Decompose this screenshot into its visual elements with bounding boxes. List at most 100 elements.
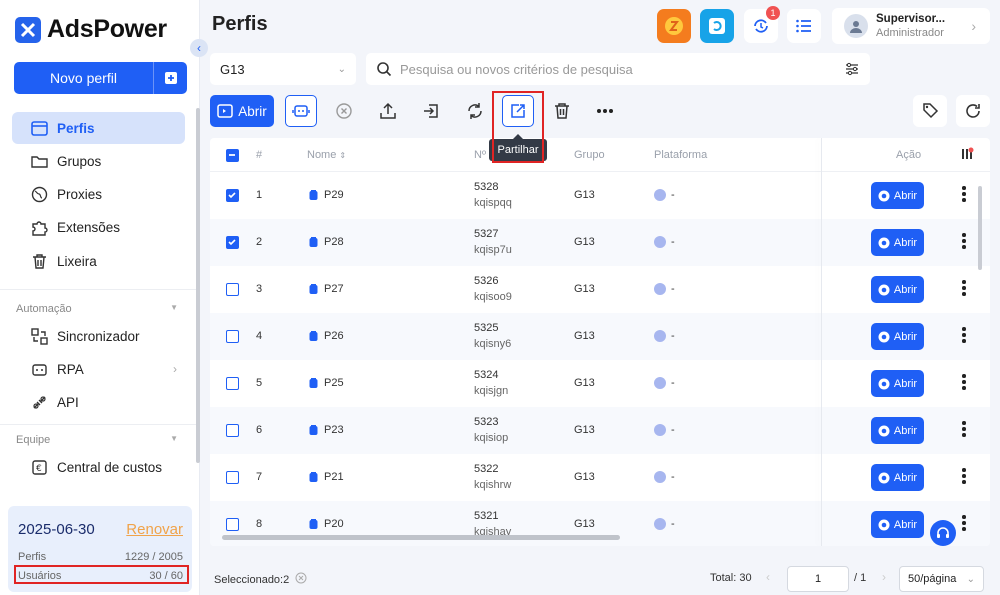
renew-link[interactable]: Renovar xyxy=(126,521,183,538)
sidebar-item-sincronizador[interactable]: Sincronizador xyxy=(12,320,185,352)
open-profile-button[interactable]: Abrir xyxy=(871,323,924,350)
profile-name[interactable]: P27 xyxy=(324,283,344,295)
table-row[interactable]: 2 P28 5327 kqisp7u G13 - Abrir xyxy=(210,219,990,266)
next-page-button[interactable]: › xyxy=(882,570,886,584)
sidebar-item-rpa[interactable]: RPA › xyxy=(12,353,185,385)
sidebar-item-central-de-custos[interactable]: € Central de custos xyxy=(12,451,185,483)
export-button[interactable] xyxy=(372,95,404,127)
section-team[interactable]: Equipe ▼ xyxy=(16,434,178,446)
row-checkbox[interactable] xyxy=(226,377,239,390)
profile-name[interactable]: P21 xyxy=(324,471,344,483)
select-all-checkbox[interactable] xyxy=(226,149,239,162)
prev-page-button[interactable]: ‹ xyxy=(766,570,770,584)
open-selected-button[interactable]: Abrir xyxy=(210,95,274,127)
adspower-logo-icon xyxy=(15,16,41,43)
table-row[interactable]: 7 P21 5322 kqishrw G13 - Abrir xyxy=(210,454,990,501)
support-button[interactable] xyxy=(930,520,956,546)
sidebar-item-lixeira[interactable]: Lixeira xyxy=(12,245,185,277)
row-more-icon[interactable] xyxy=(960,468,968,484)
table-row[interactable]: 5 P25 5324 kqisjgn G13 - Abrir xyxy=(210,360,990,407)
row-checkbox[interactable] xyxy=(226,424,239,437)
group-select[interactable]: G13 ⌄ xyxy=(210,53,356,85)
column-settings-icon[interactable] xyxy=(960,147,974,164)
sidebar-item-grupos[interactable]: Grupos xyxy=(12,145,185,177)
sidebar-scrollbar[interactable] xyxy=(196,108,200,463)
table-row[interactable]: 4 P26 5325 kqisny6 G13 - Abrir xyxy=(210,313,990,360)
search-bar[interactable]: Pesquisa ou novos critérios de pesquisa xyxy=(366,53,870,85)
sidebar-item-api[interactable]: API xyxy=(12,386,185,418)
tag-button[interactable] xyxy=(913,95,947,127)
table-row[interactable]: 3 P27 5326 kqisoo9 G13 - Abrir xyxy=(210,266,990,313)
row-more-icon[interactable] xyxy=(960,327,968,343)
more-actions-button[interactable] xyxy=(589,95,621,127)
reload-button[interactable] xyxy=(956,95,990,127)
chevron-right-icon: › xyxy=(971,18,976,34)
list-menu-icon[interactable] xyxy=(787,9,821,43)
open-profile-button[interactable]: Abrir xyxy=(871,276,924,303)
platform-icon xyxy=(654,471,666,483)
profile-name[interactable]: P28 xyxy=(324,236,344,248)
delete-button[interactable] xyxy=(546,95,578,127)
row-more-icon[interactable] xyxy=(960,421,968,437)
per-page-select[interactable]: 50/página ⌄ xyxy=(899,566,984,592)
download-app-icon[interactable] xyxy=(700,9,734,43)
platform-icon xyxy=(654,330,666,342)
profile-number: 5321 xyxy=(474,510,499,522)
collapse-sidebar-button[interactable]: ‹ xyxy=(190,39,208,57)
group-select-value: G13 xyxy=(220,61,245,77)
row-checkbox[interactable] xyxy=(226,330,239,343)
open-profile-button[interactable]: Abrir xyxy=(871,511,924,538)
refresh-button[interactable] xyxy=(459,95,491,127)
row-index: 6 xyxy=(256,424,263,436)
profile-number: 5326 xyxy=(474,275,499,287)
row-checkbox[interactable] xyxy=(226,189,239,202)
row-checkbox[interactable] xyxy=(226,283,239,296)
search-input[interactable]: Pesquisa ou novos critérios de pesquisa xyxy=(400,62,836,77)
rpa-robot-button[interactable] xyxy=(285,95,317,127)
row-more-icon[interactable] xyxy=(960,233,968,249)
open-profile-button[interactable]: Abrir xyxy=(871,417,924,444)
table-row[interactable]: 6 P23 5323 kqisiop G13 - Abrir xyxy=(210,407,990,454)
sidebar-item-label: API xyxy=(57,394,79,410)
sidebar-item-proxies[interactable]: Proxies xyxy=(12,178,185,210)
import-button[interactable] xyxy=(415,95,447,127)
row-checkbox[interactable] xyxy=(226,471,239,484)
profile-platform: - xyxy=(671,330,675,342)
profile-name[interactable]: P20 xyxy=(324,518,344,530)
user-menu[interactable]: Supervisor... Administrador › xyxy=(832,8,990,44)
profile-icon xyxy=(309,424,318,439)
cost-center-icon: € xyxy=(32,459,47,475)
row-more-icon[interactable] xyxy=(960,374,968,390)
open-profile-button[interactable]: Abrir xyxy=(871,182,924,209)
new-profile-button[interactable]: Novo perfil xyxy=(14,62,187,94)
vertical-scrollbar[interactable] xyxy=(978,186,982,270)
profile-name[interactable]: P29 xyxy=(324,189,344,201)
row-more-icon[interactable] xyxy=(960,515,968,531)
table-row[interactable]: 1 P29 5328 kqispqq G13 - Abrir xyxy=(210,172,990,219)
section-automation[interactable]: Automação ▼ xyxy=(16,303,178,315)
profile-code: kqisny6 xyxy=(474,338,512,350)
row-checkbox[interactable] xyxy=(226,236,239,249)
open-profile-button[interactable]: Abrir xyxy=(871,229,924,256)
row-more-icon[interactable] xyxy=(960,280,968,296)
profile-platform: - xyxy=(671,189,675,201)
coin-app-icon[interactable] xyxy=(657,9,691,43)
sidebar-item-perfis[interactable]: Perfis xyxy=(12,112,185,144)
new-profile-plus-icon[interactable] xyxy=(154,71,187,85)
profile-name[interactable]: P23 xyxy=(324,424,344,436)
filter-settings-icon[interactable] xyxy=(844,61,860,77)
col-name[interactable]: Nome ⇕ xyxy=(307,149,346,161)
horizontal-scrollbar[interactable] xyxy=(222,535,620,540)
page-input[interactable]: 1 xyxy=(787,566,849,592)
profile-name[interactable]: P25 xyxy=(324,377,344,389)
row-more-icon[interactable] xyxy=(960,186,968,202)
profile-number: 5322 xyxy=(474,463,499,475)
close-profiles-button[interactable] xyxy=(328,95,360,127)
profile-name[interactable]: P26 xyxy=(324,330,344,342)
clear-selection-icon[interactable] xyxy=(295,572,307,587)
col-platform: Plataforma xyxy=(654,149,708,161)
open-profile-button[interactable]: Abrir xyxy=(871,464,924,491)
open-profile-button[interactable]: Abrir xyxy=(871,370,924,397)
sidebar-item-extensoes[interactable]: Extensões xyxy=(12,211,185,243)
row-checkbox[interactable] xyxy=(226,518,239,531)
